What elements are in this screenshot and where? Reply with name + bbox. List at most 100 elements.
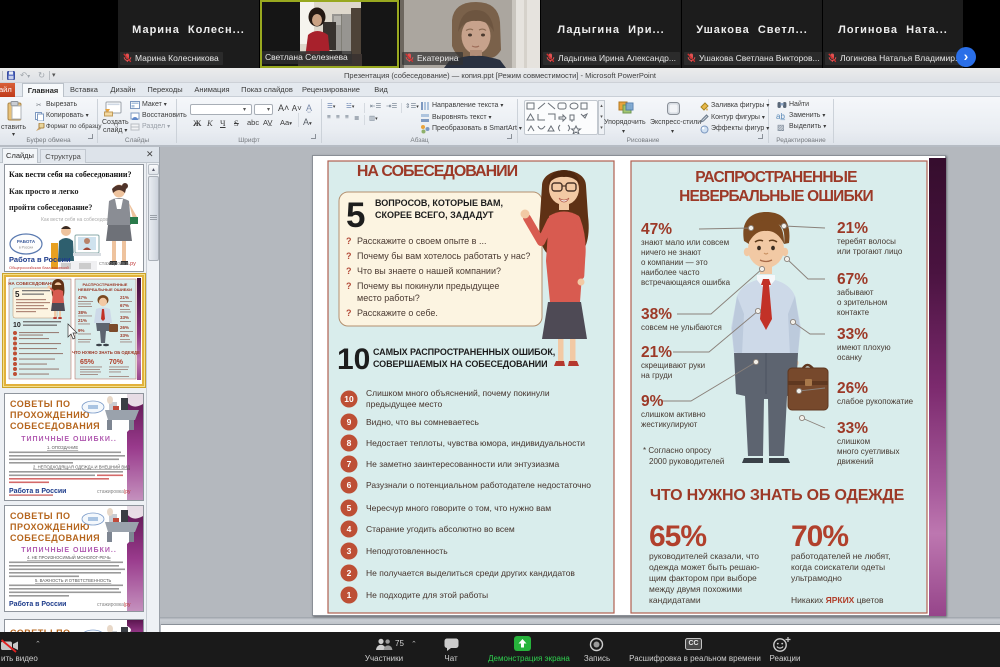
svg-text:2000 руководителей: 2000 руководителей	[649, 457, 724, 466]
svg-text:слишком активно: слишком активно	[641, 410, 706, 419]
svg-text:СОВЕТЫ ПО: СОВЕТЫ ПО	[10, 511, 71, 521]
svg-text:контакте: контакте	[837, 308, 870, 317]
svg-text:Старание угодить абсолютно во: Старание угодить абсолютно во всем	[366, 524, 515, 534]
svg-text:9: 9	[347, 417, 352, 427]
svg-text:РАСПРОСТРАНЕННЫЕ: РАСПРОСТРАНЕННЫЕ	[695, 169, 857, 186]
svg-text:33%: 33%	[120, 315, 129, 320]
svg-text:70%: 70%	[791, 520, 848, 553]
svg-text:стажировка|ру: стажировка|ру	[97, 602, 131, 608]
svg-text:слишком: слишком	[837, 437, 870, 446]
svg-text:НЕВЕРБАЛЬНЫЕ ОШИБКИ: НЕВЕРБАЛЬНЫЕ ОШИБКИ	[679, 188, 873, 205]
svg-text:слабое рукопожатие: слабое рукопожатие	[837, 397, 914, 406]
svg-text:жестикулируют: жестикулируют	[641, 420, 698, 429]
svg-text:НА СОБЕСЕДОВАНИИ: НА СОБЕСЕДОВАНИИ	[8, 281, 58, 286]
svg-text:ПРОХОЖДЕНИЮ: ПРОХОЖДЕНИЮ	[10, 522, 90, 532]
svg-text:одежда может быть решаю-: одежда может быть решаю-	[649, 562, 760, 572]
svg-text:ТИПИЧНЫЕ ОШИБКИ..: ТИПИЧНЫЕ ОШИБКИ..	[21, 436, 117, 443]
svg-text:26%: 26%	[837, 380, 868, 397]
svg-text:38%: 38%	[641, 306, 672, 323]
svg-text:?: ?	[346, 266, 352, 276]
svg-text:Почему бы вам хотелось работат: Почему бы вам хотелось работать у нас?	[357, 251, 530, 261]
svg-text:ничего не знают: ничего не знают	[641, 248, 701, 257]
svg-text:26%: 26%	[120, 325, 129, 330]
svg-text:или трогают лицо: или трогают лицо	[837, 247, 903, 256]
svg-text:65%: 65%	[649, 520, 706, 553]
svg-text:9%: 9%	[641, 393, 664, 410]
svg-text:ультрамодно: ультрамодно	[791, 573, 842, 583]
svg-text:3: 3	[347, 546, 352, 556]
svg-text:ПРОХОЖДЕНИЮ: ПРОХОЖДЕНИЮ	[10, 410, 90, 420]
svg-text:ВОПРОСОВ, КОТОРЫЕ ВАМ,: ВОПРОСОВ, КОТОРЫЕ ВАМ,	[375, 198, 503, 208]
svg-text:руководителей сказали, что: руководителей сказали, что	[649, 551, 759, 561]
svg-text:щим фактором при выборе: щим фактором при выборе	[649, 573, 757, 583]
svg-text:70%: 70%	[109, 359, 124, 366]
svg-text:движений: движений	[837, 457, 874, 466]
svg-text:Расскажите о своем опыте в ...: Расскажите о своем опыте в ...	[357, 236, 486, 246]
svg-text:5: 5	[346, 196, 365, 235]
svg-text:Видно, что вы сомневаетесь: Видно, что вы сомневаетесь	[366, 417, 480, 427]
svg-text:СОБЕСЕДОВАНИЯ: СОБЕСЕДОВАНИЯ	[10, 421, 100, 431]
svg-text:СОВЕРШАЕМЫХ НА СОБЕСЕДОВАНИИ: СОВЕРШАЕМЫХ НА СОБЕСЕДОВАНИИ	[373, 359, 548, 369]
svg-text:21%: 21%	[78, 318, 87, 323]
svg-text:9%: 9%	[78, 328, 85, 333]
svg-text:Недостает теплоты, чувства юмо: Недостает теплоты, чувства юмора, индиви…	[366, 438, 585, 448]
svg-text:СКОРЕЕ ВСЕГО, ЗАДАДУТ: СКОРЕЕ ВСЕГО, ЗАДАДУТ	[375, 210, 494, 220]
svg-text:много суетливых: много суетливых	[837, 447, 900, 456]
svg-text:Расскажите о себе.: Расскажите о себе.	[357, 308, 438, 318]
svg-text:Что вы знаете о нашей компании: Что вы знаете о нашей компании?	[357, 266, 501, 276]
svg-text:СОВЕТЫ ПО: СОВЕТЫ ПО	[10, 399, 71, 409]
svg-text:* Согласно опросу: * Согласно опросу	[643, 446, 711, 455]
svg-text:СОБЕСЕДОВАНИЯ: СОБЕСЕДОВАНИЯ	[10, 533, 100, 543]
svg-text:67%: 67%	[837, 271, 868, 288]
svg-text:о компании — это: о компании — это	[641, 258, 708, 267]
svg-text:забывают: забывают	[837, 288, 874, 297]
svg-text:САМЫХ РАСПРОСТРАНЕННЫХ ОШИБОК,: САМЫХ РАСПРОСТРАНЕННЫХ ОШИБОК,	[373, 347, 555, 357]
svg-text:Работа в России: Работа в России	[9, 487, 66, 495]
svg-text:скрещивают руки: скрещивают руки	[641, 361, 705, 370]
svg-text:Разузнали о потенциальном рабо: Разузнали о потенциальном работодателе н…	[366, 480, 591, 490]
svg-text:совсем не улыбаются: совсем не улыбаются	[641, 323, 722, 332]
svg-text:33%: 33%	[837, 326, 868, 343]
svg-text:1: 1	[347, 590, 352, 600]
svg-text:?: ?	[346, 281, 352, 291]
svg-text:4: 4	[347, 524, 352, 534]
svg-text:ТИПИЧНЫЕ ОШИБКИ..: ТИПИЧНЫЕ ОШИБКИ..	[21, 547, 117, 554]
svg-text:5: 5	[347, 503, 352, 513]
svg-text:НЕВЕРБАЛЬНЫЕ ОШИБКИ: НЕВЕРБАЛЬНЫЕ ОШИБКИ	[78, 287, 132, 292]
svg-text:место работы?: место работы?	[357, 293, 420, 303]
svg-text:о зрительном: о зрительном	[837, 298, 887, 307]
svg-text:6: 6	[347, 480, 352, 490]
svg-text:Никаких ЯРКИХ цветов: Никаких ЯРКИХ цветов	[791, 595, 884, 605]
svg-text:8: 8	[347, 438, 352, 448]
svg-text:?: ?	[346, 251, 352, 261]
svg-text:2. НЕПОДХОДЯЩАЯ ОДЕЖДА И ВНЕШН: 2. НЕПОДХОДЯЩАЯ ОДЕЖДА И ВНЕШНИЙ ВИД	[33, 465, 130, 470]
svg-text:5. ВАЖНОСТЬ И ОТВЕТСТВЕННОСТЬ: 5. ВАЖНОСТЬ И ОТВЕТСТВЕННОСТЬ	[35, 578, 112, 583]
svg-text:кандидатами: кандидатами	[649, 595, 701, 605]
svg-text:Неподготовленность: Неподготовленность	[366, 546, 448, 556]
svg-text:65%: 65%	[80, 359, 95, 366]
svg-text:Почему вы покинули предыдущее: Почему вы покинули предыдущее	[357, 281, 499, 291]
svg-text:на груди: на груди	[641, 371, 672, 380]
svg-text:когда соискатели одеты: когда соискатели одеты	[791, 562, 885, 572]
svg-text:работодателей не любят,: работодателей не любят,	[791, 551, 890, 561]
svg-text:21%: 21%	[641, 344, 672, 361]
svg-text:21%: 21%	[120, 295, 129, 300]
svg-text:знают мало или совсем: знают мало или совсем	[641, 238, 729, 247]
svg-text:47%: 47%	[78, 295, 87, 300]
svg-text:Слишком много объяснений, поче: Слишком много объяснений, почему покинул…	[366, 388, 550, 398]
svg-text:7: 7	[347, 459, 352, 469]
svg-text:предыдущее место: предыдущее место	[366, 399, 442, 409]
svg-text:Не заметно заинтересованности: Не заметно заинтересованности или энтузи…	[366, 459, 560, 469]
svg-text:47%: 47%	[641, 221, 672, 238]
svg-text:2: 2	[347, 568, 352, 578]
svg-text:имеют плохую: имеют плохую	[837, 343, 891, 352]
svg-text:10: 10	[344, 394, 354, 404]
svg-text:между двумя похожими: между двумя похожими	[649, 584, 742, 594]
svg-text:осанку: осанку	[837, 353, 862, 362]
svg-text:33%: 33%	[837, 420, 868, 437]
svg-text:ЧТО НУЖНО ЗНАТЬ ОБ ОДЕЖДЕ: ЧТО НУЖНО ЗНАТЬ ОБ ОДЕЖДЕ	[72, 350, 140, 355]
svg-text:?: ?	[346, 236, 352, 246]
svg-text:10: 10	[337, 343, 370, 376]
svg-text:67%: 67%	[120, 303, 129, 308]
svg-text:38%: 38%	[78, 310, 87, 315]
